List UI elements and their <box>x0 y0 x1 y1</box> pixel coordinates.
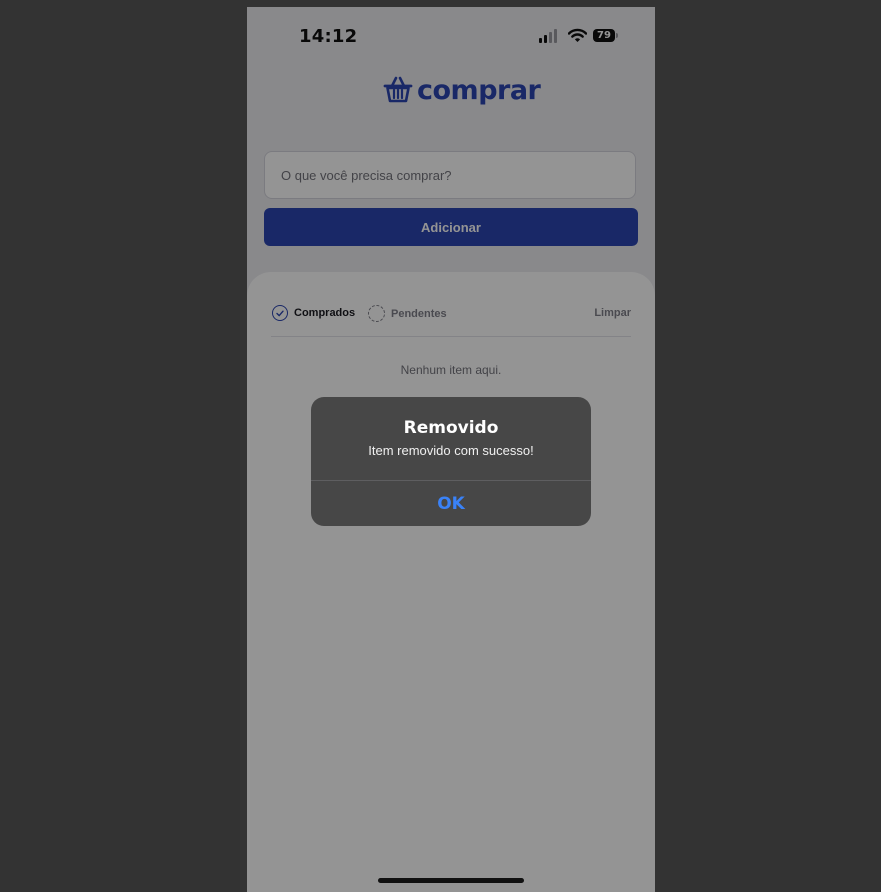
home-indicator[interactable] <box>378 878 524 883</box>
alert-title: Removido <box>403 418 499 438</box>
alert-dialog: Removido Item removido com sucesso! OK <box>311 397 591 526</box>
alert-ok-button[interactable]: OK <box>311 481 591 526</box>
phone-screen: 14:12 79 comprar Adicionar <box>247 7 655 892</box>
alert-message: Item removido com sucesso! <box>368 443 534 458</box>
